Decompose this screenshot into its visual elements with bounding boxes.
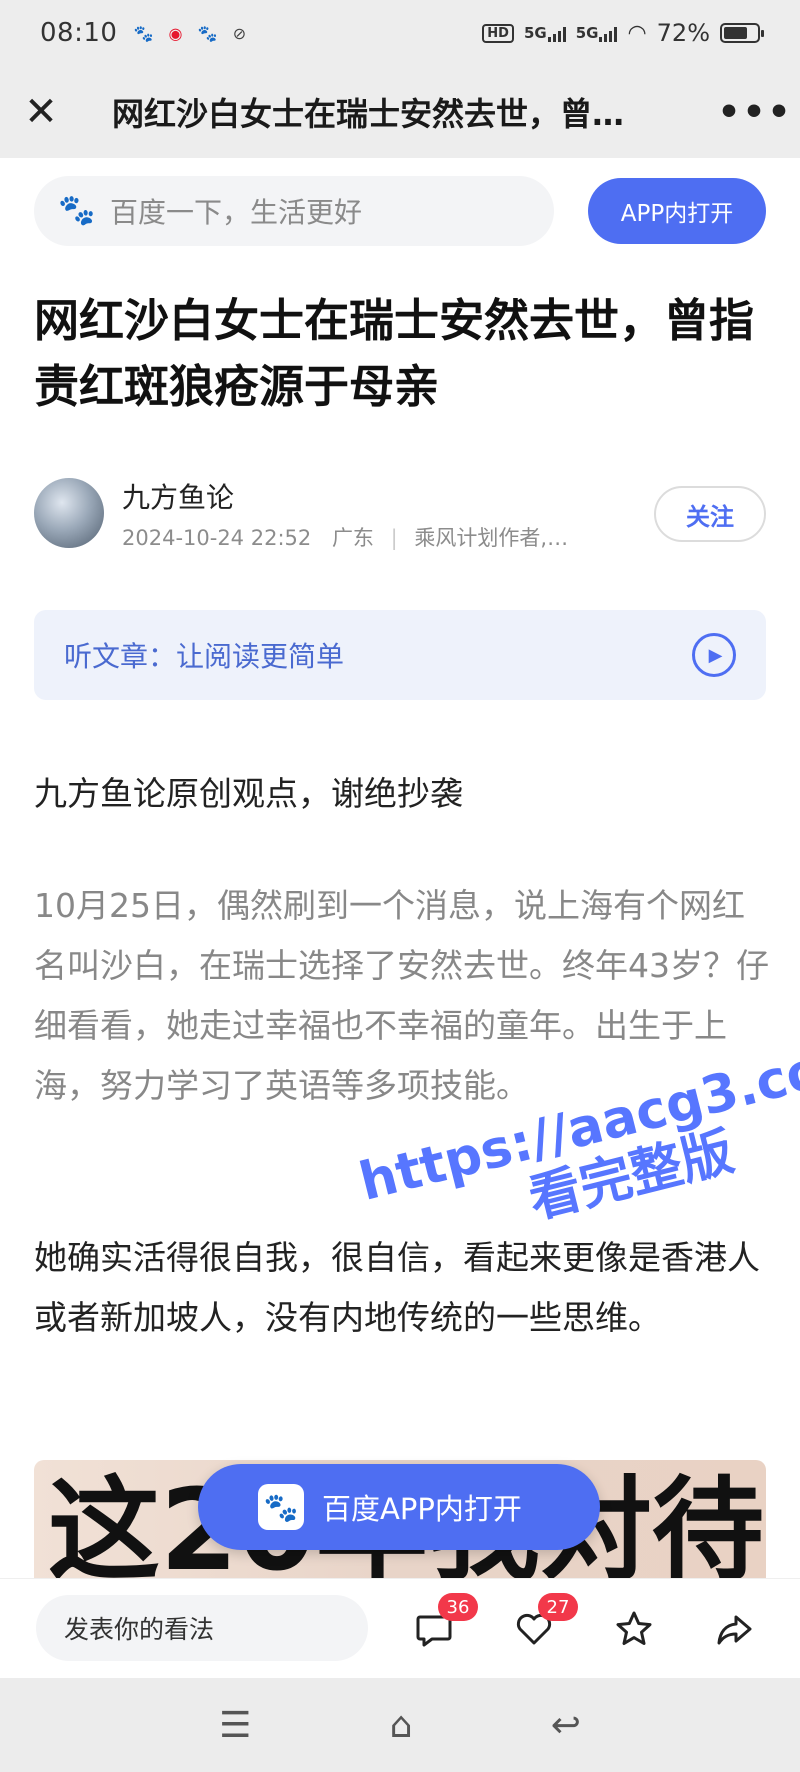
battery-icon bbox=[720, 23, 764, 43]
menu-icon[interactable]: ☰ bbox=[219, 1705, 251, 1746]
screen: 08:10 🐾 ◉ 🐾 ⊘ HD 5G 5G ◠ 72% ✕ 网红沙白女士在瑞士… bbox=[0, 0, 800, 1772]
meta-divider: | bbox=[390, 526, 398, 550]
baidu-paw-icon: 🐾 bbox=[197, 23, 218, 43]
share-icon[interactable] bbox=[710, 1605, 758, 1653]
publish-location: 广东 bbox=[331, 526, 374, 550]
signal-icon: 5G bbox=[524, 24, 566, 42]
signal-icon: 5G bbox=[576, 24, 618, 42]
author-row: 九方鱼论 2024-10-24 22:52 广东 | 乘风计划作者,… 关注 bbox=[34, 476, 766, 550]
page-title: 网红沙白女士在瑞士安然去世，曾… bbox=[112, 95, 625, 133]
article-headline: 网红沙白女士在瑞士安然去世，曾指责红斑狼疮源于母亲 bbox=[34, 294, 755, 413]
home-icon[interactable]: ⌂ bbox=[390, 1705, 413, 1746]
author-name[interactable]: 九方鱼论 bbox=[122, 476, 234, 516]
comment-count-badge: 36 bbox=[438, 1593, 478, 1621]
top-nav-bar: ✕ 网红沙白女士在瑞士安然去世，曾… ••• bbox=[0, 66, 800, 158]
follow-button[interactable]: 关注 bbox=[654, 486, 766, 542]
listen-label: 听文章：让阅读更简单 bbox=[64, 640, 345, 673]
open-baidu-app-button[interactable]: 🐾 百度APP内打开 bbox=[198, 1464, 600, 1550]
heart-icon[interactable]: 27 bbox=[510, 1593, 578, 1653]
status-time: 08:10 bbox=[40, 18, 118, 48]
avatar[interactable] bbox=[34, 478, 104, 548]
weibo-icon: ◉ bbox=[168, 23, 183, 43]
author-tag: 乘风计划作者,… bbox=[414, 526, 569, 550]
back-icon[interactable]: ↩ bbox=[551, 1705, 581, 1746]
star-icon[interactable] bbox=[610, 1605, 658, 1653]
battery-percent: 72% bbox=[656, 19, 710, 47]
search-placeholder: 百度一下，生活更好 bbox=[110, 196, 363, 229]
comment-input[interactable]: 发表你的看法 bbox=[36, 1595, 368, 1661]
baidu-app-icon: 🐾 bbox=[258, 1484, 304, 1530]
author-meta: 2024-10-24 22:52 广东 | 乘风计划作者,… bbox=[122, 522, 568, 552]
baidu-paw-icon: 🐾 bbox=[133, 23, 154, 43]
article-paragraph: 九方鱼论原创观点，谢绝抄袭 bbox=[34, 774, 463, 813]
open-in-app-button[interactable]: APP内打开 bbox=[588, 178, 766, 244]
close-icon[interactable]: ✕ bbox=[0, 66, 82, 158]
system-navigation-bar: ☰ ⌂ ↩ bbox=[0, 1678, 800, 1772]
baidu-logo-icon: 🐾 bbox=[58, 193, 96, 228]
status-bar: 08:10 🐾 ◉ 🐾 ⊘ HD 5G 5G ◠ 72% bbox=[0, 0, 800, 66]
like-count-badge: 27 bbox=[538, 1593, 578, 1621]
comment-icon[interactable]: 36 bbox=[410, 1593, 478, 1653]
bottom-action-bar: 发表你的看法 36 27 bbox=[0, 1578, 800, 1678]
listen-article-bar[interactable]: 听文章：让阅读更简单 ▶ bbox=[34, 610, 766, 700]
link-icon: ⊘ bbox=[232, 23, 247, 43]
search-bar[interactable]: 🐾 百度一下，生活更好 bbox=[34, 176, 554, 246]
publish-datetime: 2024-10-24 22:52 bbox=[122, 526, 312, 550]
wifi-icon: ◠ bbox=[627, 20, 647, 46]
status-right: HD 5G 5G ◠ 72% bbox=[482, 19, 764, 47]
more-icon[interactable]: ••• bbox=[710, 66, 800, 158]
play-icon[interactable]: ▶ bbox=[692, 633, 736, 677]
hd-icon: HD bbox=[482, 23, 514, 43]
open-baidu-app-label: 百度APP内打开 bbox=[322, 1492, 522, 1526]
